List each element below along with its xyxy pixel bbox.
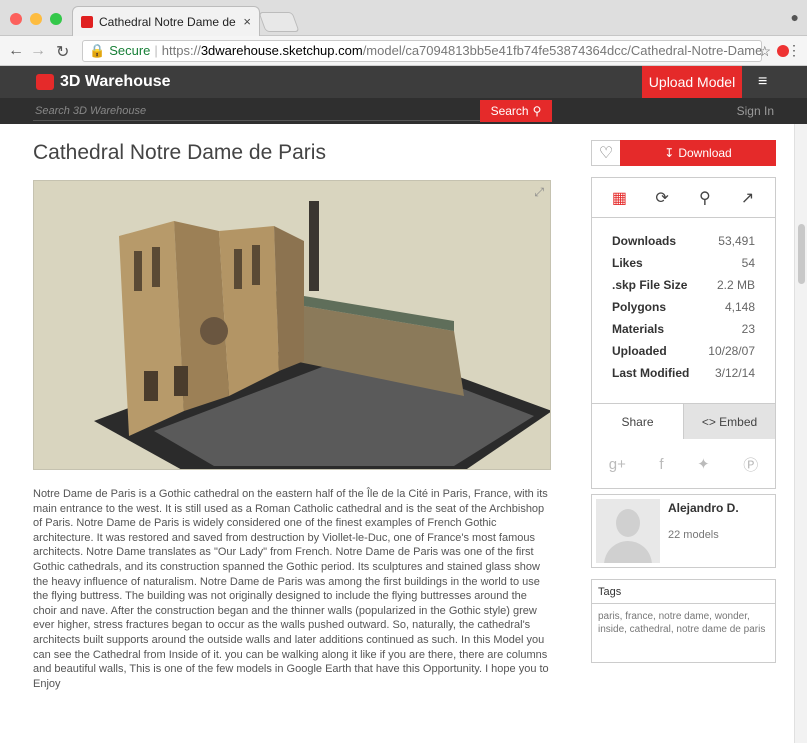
stat-row: Materials 23 (612, 318, 755, 340)
download-icon: ↧ (664, 146, 675, 160)
stat-value: 54 (741, 256, 755, 270)
image-icon[interactable]: ▦ (603, 185, 635, 211)
stat-label: Materials (612, 322, 665, 336)
window-controls (10, 13, 62, 25)
stat-label: Likes (612, 256, 643, 270)
page-scrollbar[interactable] (794, 124, 807, 743)
stat-label: Downloads (612, 234, 677, 248)
stat-label: Uploaded (612, 344, 667, 358)
star-icon[interactable]: ☆ (758, 43, 771, 60)
model-info-panel: ▦ ⟳ ⚲ ↗ Downloads 53,491 Likes 54 .skp F… (591, 177, 776, 489)
forward-icon[interactable]: → (30, 42, 46, 60)
menu-icon[interactable]: ⋮ (787, 42, 801, 59)
stat-value: 4,148 (724, 300, 755, 314)
upload-model-button[interactable]: Upload Model (642, 66, 742, 98)
stat-row: Polygons 4,148 (612, 296, 755, 318)
3d-rotate-icon[interactable]: ⟳ (646, 185, 678, 211)
maximize-window-button[interactable] (50, 13, 62, 25)
profile-icon[interactable]: ● (791, 9, 799, 25)
social-share-row: g+ f ✦ Ⓟ (592, 439, 775, 489)
stat-row: .skp File Size 2.2 MB (612, 274, 755, 296)
location-icon[interactable]: ⚲ (689, 185, 721, 211)
avatar-body (604, 541, 652, 563)
model-preview-image[interactable]: ⤢ (33, 180, 551, 470)
like-button[interactable]: ♡ (591, 140, 621, 166)
stat-label: .skp File Size (612, 278, 688, 292)
url-path: /model/ca7094813bb5e41fb74fe53874364dcc/… (362, 43, 762, 58)
url-scheme: https:// (161, 43, 201, 58)
author-model-count[interactable]: 22 models (668, 529, 719, 541)
url-field[interactable]: 🔒 Secure | https://3dwarehouse.sketchup.com… (82, 40, 762, 62)
secure-label: Secure (109, 43, 151, 58)
tags-list[interactable]: paris, france, notre dame, wonder, insid… (592, 604, 775, 636)
stat-value: 3/12/14 (714, 366, 755, 380)
view-tabs: ▦ ⟳ ⚲ ↗ (592, 178, 775, 218)
browser-tab[interactable]: Cathedral Notre Dame de Paris × (72, 6, 260, 36)
stat-value: 53,491 (718, 234, 755, 248)
back-icon[interactable]: ← (8, 42, 24, 60)
expand-icon[interactable]: ⤢ (534, 185, 544, 200)
warehouse-logo-icon (36, 74, 54, 90)
search-label: Search (490, 104, 529, 118)
search-input[interactable] (33, 101, 480, 121)
url-separator: | (154, 43, 158, 58)
model-stats: Downloads 53,491 Likes 54 .skp File Size… (592, 218, 775, 384)
twitter-icon[interactable]: ✦ (697, 455, 710, 473)
stat-label: Last Modified (612, 366, 690, 380)
avatar-head (616, 509, 640, 537)
tags-heading: Tags (592, 580, 775, 604)
page-title: Cathedral Notre Dame de Paris (33, 141, 326, 164)
search-bar: Search ⚲ Sign In (0, 98, 807, 124)
tab-share[interactable]: Share (592, 404, 683, 439)
stat-value: 23 (741, 322, 755, 336)
site-logo[interactable]: 3D Warehouse (36, 73, 171, 91)
new-tab-button[interactable] (258, 12, 300, 32)
avatar[interactable] (596, 499, 660, 563)
stat-row: Last Modified 3/12/14 (612, 362, 755, 384)
site-header: 3D Warehouse Upload Model ≡ (0, 66, 807, 98)
cathedral-render (94, 201, 550, 469)
download-button[interactable]: ↧ Download (620, 140, 776, 166)
lock-icon: 🔒 (89, 43, 106, 58)
tab-embed[interactable]: <> Embed (683, 404, 775, 439)
logo-text: 3D Warehouse (60, 73, 171, 90)
stat-value: 2.2 MB (716, 278, 755, 292)
download-label: Download (678, 146, 732, 160)
address-bar-row: ← → ↻ 🔒 Secure | https://3dwarehouse.sketch… (0, 36, 807, 66)
minimize-window-button[interactable] (30, 13, 42, 25)
search-icon: ⚲ (532, 104, 542, 118)
stat-label: Polygons (612, 300, 667, 314)
tab-title: Cathedral Notre Dame de Paris (99, 14, 239, 29)
google-plus-icon[interactable]: g+ (609, 456, 626, 473)
close-window-button[interactable] (10, 13, 22, 25)
stat-row: Downloads 53,491 (612, 230, 755, 252)
browser-tab-bar: Cathedral Notre Dame de Paris × ● (0, 0, 807, 36)
tags-panel: Tags paris, france, notre dame, wonder, … (591, 579, 776, 663)
sign-in-link[interactable]: Sign In (737, 104, 774, 118)
tab-close-button[interactable]: × (243, 14, 251, 29)
scroll-thumb[interactable] (798, 224, 805, 284)
chart-icon[interactable]: ↗ (732, 185, 764, 211)
search-button[interactable]: Search ⚲ (480, 100, 552, 122)
facebook-icon[interactable]: f (659, 456, 663, 473)
account-menu-icon[interactable]: ≡ (758, 73, 767, 91)
stat-row: Likes 54 (612, 252, 755, 274)
pinterest-icon[interactable]: Ⓟ (743, 454, 758, 475)
favicon-icon (81, 15, 93, 28)
reload-icon[interactable]: ↻ (56, 42, 69, 62)
stat-value: 10/28/07 (708, 344, 755, 358)
author-name[interactable]: Alejandro D. (668, 501, 739, 515)
model-description: Notre Dame de Paris is a Gothic cathedra… (33, 488, 549, 690)
heart-icon: ♡ (598, 145, 614, 162)
stat-row: Uploaded 10/28/07 (612, 340, 755, 362)
share-embed-tabs: Share <> Embed (592, 403, 775, 439)
url-host: 3dwarehouse.sketchup.com (200, 43, 363, 58)
author-card[interactable]: Alejandro D. 22 models (591, 494, 776, 568)
